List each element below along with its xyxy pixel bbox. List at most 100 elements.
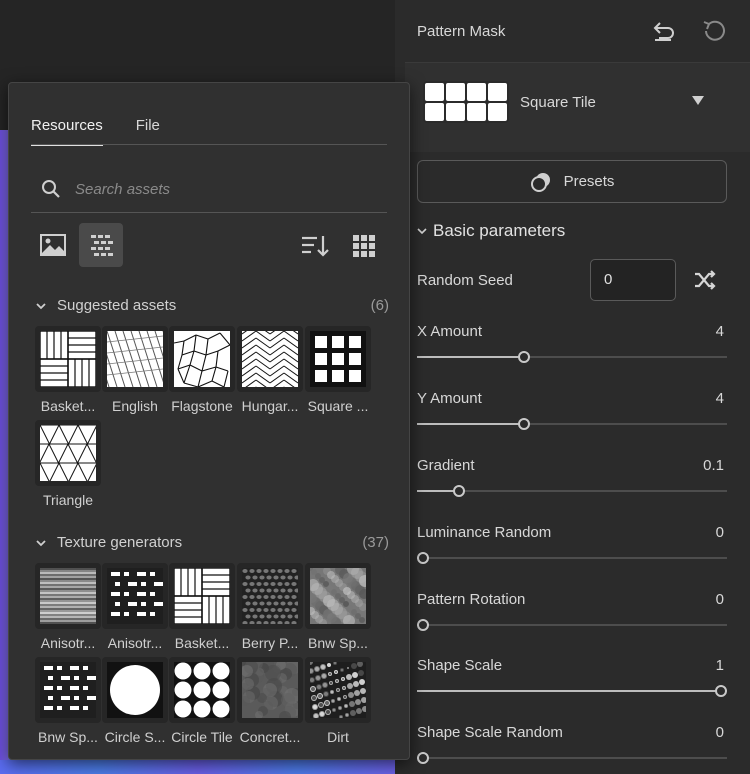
berry-pattern-icon	[237, 563, 303, 629]
asset-item[interactable]: Concret...	[237, 657, 303, 745]
herringbone-pattern-icon	[237, 326, 303, 392]
slider-track	[417, 757, 727, 759]
slider-fill	[417, 423, 524, 425]
filter-patterns-button[interactable]	[79, 223, 123, 267]
param-label-3: Luminance Random	[417, 524, 552, 541]
param-label-0: X Amount	[417, 323, 483, 340]
param-slider-1[interactable]	[417, 417, 727, 431]
slider-thumb[interactable]	[417, 752, 429, 764]
asset-browser-popup: Resources File Suggested assets (6) Te	[8, 82, 410, 760]
circle-tile-icon	[169, 657, 235, 723]
param-slider-3[interactable]	[417, 551, 727, 565]
asset-item[interactable]: English	[102, 326, 168, 414]
param-label-4: Pattern Rotation	[417, 591, 526, 608]
param-slider-5[interactable]	[417, 684, 727, 698]
square-tile-pattern-icon	[305, 326, 371, 392]
suggested-assets-count: (6)	[370, 297, 389, 314]
asset-item[interactable]: Anisotr...	[102, 563, 168, 651]
basketweave-texture-icon	[169, 563, 235, 629]
slider-thumb[interactable]	[518, 418, 530, 430]
dirt-texture-icon	[305, 657, 371, 723]
asset-name: Hungar...	[241, 398, 299, 414]
slider-thumb[interactable]	[715, 685, 727, 697]
reset-icon[interactable]	[701, 18, 727, 44]
asset-item[interactable]: Basket...	[169, 563, 235, 651]
asset-item[interactable]: Square ...	[305, 326, 371, 414]
param-value-4[interactable]: 0	[716, 591, 724, 608]
slider-fill	[417, 356, 524, 358]
param-label-5: Shape Scale	[417, 657, 503, 674]
sort-icon[interactable]	[299, 231, 329, 261]
asset-item[interactable]: Dirt	[305, 657, 371, 745]
asset-item[interactable]: Flagstone	[169, 326, 235, 414]
grid-view-icon[interactable]	[349, 231, 379, 261]
param-value-5[interactable]: 1	[716, 657, 724, 674]
image-icon	[40, 234, 66, 256]
param-slider-4[interactable]	[417, 618, 727, 632]
undo-icon[interactable]	[651, 18, 677, 44]
asset-name: Basket...	[40, 398, 96, 414]
param-value-3[interactable]: 0	[716, 524, 724, 541]
asset-tabs: Resources File	[31, 117, 160, 146]
section-title: Basic parameters	[433, 221, 566, 240]
param-label-6: Shape Scale Random	[417, 724, 563, 741]
chevron-down-icon	[36, 302, 46, 309]
asset-item[interactable]: Circle Tile	[169, 657, 235, 745]
texture-generators-title: Texture generators	[57, 534, 183, 551]
param-slider-0[interactable]	[417, 350, 727, 364]
asset-item[interactable]: Triangle	[35, 420, 101, 508]
chevron-down-icon[interactable]	[692, 96, 704, 105]
asset-name: Bnw Sp...	[308, 635, 368, 651]
slider-thumb[interactable]	[417, 619, 429, 631]
slider-thumb[interactable]	[453, 485, 465, 497]
flagstone-pattern-icon	[169, 326, 235, 392]
suggested-assets-header[interactable]: Suggested assets (6)	[35, 297, 389, 314]
asset-name: Circle S...	[104, 729, 166, 745]
asset-name: Square ...	[307, 398, 369, 414]
random-seed-label: Random Seed	[417, 272, 513, 289]
tab-file[interactable]: File	[136, 117, 160, 146]
param-value-0[interactable]: 4	[716, 323, 724, 340]
tabs-divider	[31, 144, 387, 145]
param-value-2[interactable]: 0.1	[703, 457, 724, 474]
chevron-down-icon	[417, 228, 427, 235]
pattern-icon	[91, 235, 113, 256]
asset-item[interactable]: Basket...	[35, 326, 101, 414]
param-value-6[interactable]: 0	[716, 724, 724, 741]
asset-item[interactable]: Anisotr...	[35, 563, 101, 651]
properties-panel: Pattern Mask Square Tile Presets Basic p…	[395, 0, 750, 774]
asset-item[interactable]: Berry P...	[237, 563, 303, 651]
asset-name: Basket...	[174, 635, 230, 651]
slider-thumb[interactable]	[518, 351, 530, 363]
slider-thumb[interactable]	[417, 552, 429, 564]
texture-generators-header[interactable]: Texture generators (37)	[35, 534, 389, 551]
param-slider-2[interactable]	[417, 484, 727, 498]
tab-resources[interactable]: Resources	[31, 117, 103, 146]
asset-name: Dirt	[327, 729, 349, 745]
search-icon	[42, 180, 60, 198]
asset-name: Flagstone	[171, 398, 233, 414]
search-input[interactable]	[75, 181, 375, 198]
asset-item[interactable]: Hungar...	[237, 326, 303, 414]
shuffle-icon[interactable]	[693, 268, 717, 292]
filter-images-button[interactable]	[31, 223, 75, 267]
anisotropic-pattern-icon	[102, 563, 168, 629]
asset-name: Anisotr...	[40, 635, 96, 651]
asset-name: English	[112, 398, 158, 414]
asset-item[interactable]: Bnw Sp...	[305, 563, 371, 651]
param-slider-6[interactable]	[417, 751, 727, 765]
asset-item[interactable]: Bnw Sp...	[35, 657, 101, 745]
asset-item[interactable]: Circle S...	[102, 657, 168, 745]
presets-button[interactable]: Presets	[417, 160, 727, 203]
viewport-texture-bottom	[0, 760, 395, 774]
slider-track	[417, 557, 727, 559]
param-label-1: Y Amount	[417, 390, 482, 407]
anisotropic-noise-icon	[35, 563, 101, 629]
pattern-selector[interactable]: Square Tile	[405, 62, 750, 152]
pattern-name: Square Tile	[520, 94, 596, 111]
section-basic-parameters[interactable]: Basic parameters	[417, 221, 565, 241]
random-seed-input[interactable]: 0	[590, 259, 676, 301]
param-value-1[interactable]: 4	[716, 390, 724, 407]
bnw-spots-pattern-icon	[35, 657, 101, 723]
triangle-pattern-icon	[35, 420, 101, 486]
